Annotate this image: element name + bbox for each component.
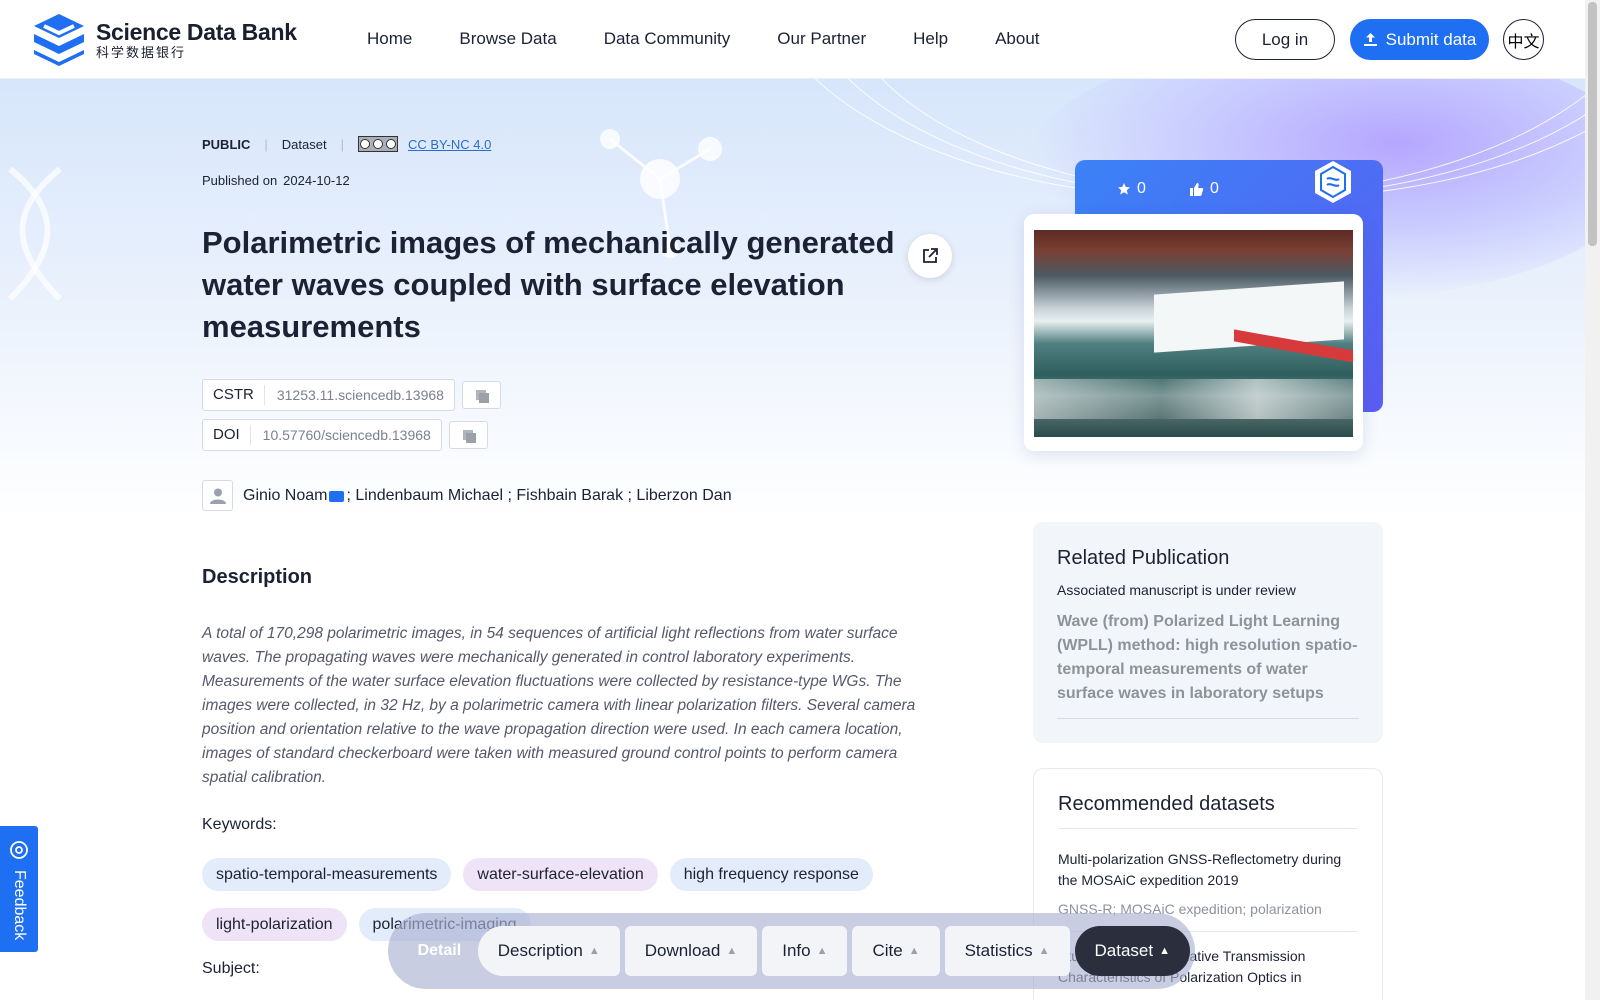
chevron-up-icon: ▲ — [1038, 945, 1050, 957]
star-icon — [1118, 183, 1130, 195]
copy-cstr-button[interactable] — [461, 381, 501, 409]
tab-label: Info — [782, 941, 811, 960]
email-icon[interactable] — [329, 491, 345, 502]
top-header: Science Data Bank 科学数据银行 Home Browse Dat… — [0, 0, 1585, 79]
keyword-tag[interactable]: light-polarization — [202, 908, 347, 941]
tab-label: Description — [497, 941, 583, 960]
keyword-tag[interactable]: spatio-temporal-measurements — [202, 858, 452, 891]
site-logo[interactable]: Science Data Bank 科学数据银行 — [30, 12, 297, 68]
chevron-up-icon: ▲ — [726, 945, 738, 957]
tab-label: Cite — [872, 941, 903, 960]
person-icon — [209, 488, 226, 504]
chevron-up-icon: ▲ — [816, 945, 828, 957]
tab-cite[interactable]: Cite ▲ — [852, 926, 940, 976]
submit-data-label: Submit data — [1385, 29, 1477, 49]
divider: | — [340, 136, 344, 152]
keyword-tag[interactable]: water-surface-elevation — [463, 858, 658, 891]
tab-description[interactable]: Description ▲ — [477, 926, 620, 976]
login-button[interactable]: Log in — [1235, 19, 1335, 60]
access-badge: PUBLIC — [202, 136, 251, 152]
section-nav-bar: Detail Description ▲ Download ▲ Info ▲ Cite… — [388, 913, 1195, 989]
author-avatar — [202, 480, 233, 511]
detail-label: Detail — [417, 942, 462, 959]
doi-box: DOI 10.57760/sciencedb.13968 — [202, 419, 442, 451]
dna-decoration-icon — [7, 166, 63, 302]
cstr-row: CSTR 31253.11.sciencedb.13968 — [202, 379, 501, 411]
manuscript-status: Associated manuscript is under review — [1057, 582, 1296, 598]
published-date-value: 2024-10-12 — [283, 173, 350, 188]
nav-about[interactable]: About — [995, 29, 1039, 49]
keywords-row: spatio-temporal-measurements water-surfa… — [202, 858, 873, 891]
logo-text-cn: 科学数据银行 — [96, 45, 187, 60]
feedback-tab[interactable]: Feedback — [0, 826, 38, 952]
keyword-tag[interactable]: high frequency response — [669, 858, 873, 891]
keywords-label: Keywords: — [202, 816, 277, 833]
nav-data-community[interactable]: Data Community — [604, 29, 731, 49]
tab-statistics[interactable]: Statistics ▲ — [944, 926, 1070, 976]
page-scrollbar[interactable] — [1585, 0, 1600, 1000]
tab-dataset[interactable]: Dataset ▲ — [1074, 926, 1190, 976]
feedback-icon — [10, 841, 28, 859]
license-link[interactable]: CC BY-NC 4.0 — [408, 137, 491, 152]
author-list[interactable]: ; Lindenbaum Michael ; Fishbain Barak ; … — [346, 487, 731, 505]
star-count-value: 0 — [1137, 180, 1146, 197]
verified-shield-icon — [1315, 161, 1351, 203]
copy-icon — [476, 390, 490, 403]
recommended-item-title[interactable]: Multi-polarization GNSS-Reflectometry du… — [1058, 849, 1358, 891]
language-switch-button[interactable]: 中文 — [1503, 19, 1544, 60]
doi-row: DOI 10.57760/sciencedb.13968 — [202, 419, 488, 451]
divider: | — [264, 136, 268, 152]
authors-row: Ginio Noam ; Lindenbaum Michael ; Fishba… — [202, 480, 732, 511]
nav-help[interactable]: Help — [913, 29, 948, 49]
thumbs-up-icon — [1190, 182, 1204, 196]
tab-download[interactable]: Download ▲ — [624, 926, 758, 976]
chevron-up-icon: ▲ — [1159, 945, 1170, 957]
star-count[interactable]: 0 — [1117, 180, 1146, 198]
copy-icon — [463, 430, 477, 443]
cstr-value[interactable]: 31253.11.sciencedb.13968 — [265, 387, 454, 403]
tab-label: Statistics — [964, 941, 1033, 960]
doi-label: DOI — [203, 425, 251, 445]
external-link-icon — [923, 248, 938, 263]
nav-home[interactable]: Home — [367, 29, 412, 49]
chevron-up-icon: ▲ — [588, 945, 600, 957]
related-publication-heading: Related Publication — [1057, 547, 1230, 569]
nav-browse-data[interactable]: Browse Data — [459, 29, 556, 49]
cc-license-icon — [357, 136, 398, 152]
dataset-preview-image[interactable] — [1034, 230, 1353, 437]
submit-data-button[interactable]: Submit data — [1350, 19, 1489, 60]
related-publication-title[interactable]: Wave (from) Polarized Light Learning (WP… — [1057, 610, 1359, 719]
published-date: Published on 2024-10-12 — [202, 173, 350, 188]
published-label: Published on — [202, 173, 278, 188]
recommended-heading: Recommended datasets — [1058, 793, 1358, 829]
dataset-type: Dataset — [281, 136, 327, 152]
subject-label: Subject: — [202, 960, 260, 977]
like-count-value: 0 — [1210, 180, 1219, 197]
dataset-title: Polarimetric images of mechanically gene… — [202, 225, 895, 344]
tab-info[interactable]: Info ▲ — [762, 926, 848, 976]
cstr-box: CSTR 31253.11.sciencedb.13968 — [202, 379, 455, 411]
description-heading: Description — [202, 566, 313, 588]
cstr-label: CSTR — [203, 385, 265, 405]
feedback-label: Feedback — [11, 870, 28, 941]
dataset-meta-row: PUBLIC | Dataset | CC BY-NC 4.0 — [202, 136, 491, 152]
copy-doi-button[interactable] — [448, 421, 488, 449]
scrollbar-thumb[interactable] — [1588, 2, 1597, 246]
description-text: A total of 170,298 polarimetric images, … — [202, 625, 916, 786]
science-data-bank-logo-icon — [34, 14, 84, 66]
nav-our-partner[interactable]: Our Partner — [777, 29, 866, 49]
dataset-image-card — [1024, 214, 1363, 451]
tab-label: Dataset — [1094, 941, 1154, 960]
logo-text-en: Science Data Bank — [96, 19, 297, 45]
share-button[interactable] — [908, 234, 952, 278]
doi-value[interactable]: 10.57760/sciencedb.13968 — [251, 427, 441, 443]
upload-icon — [1363, 33, 1377, 46]
author-name[interactable]: Ginio Noam — [243, 487, 327, 505]
tab-label: Download — [644, 941, 721, 960]
related-publication-card: Related Publication Associated manuscrip… — [1033, 522, 1383, 743]
main-nav: Home Browse Data Data Community Our Part… — [367, 29, 1087, 49]
like-count[interactable]: 0 — [1189, 180, 1219, 198]
chevron-up-icon: ▲ — [908, 945, 920, 957]
